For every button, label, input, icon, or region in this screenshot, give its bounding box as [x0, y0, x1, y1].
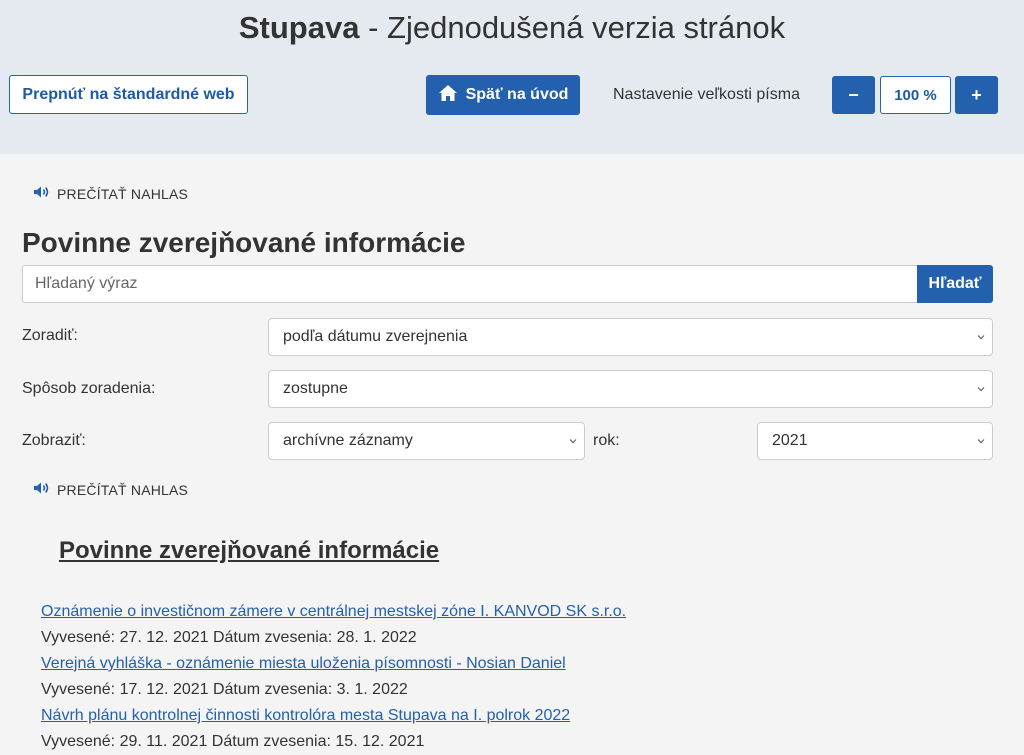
sort-label: Zoradiť: — [22, 327, 78, 344]
switch-standard-web-button[interactable]: Prepnúť na štandardné web — [9, 75, 248, 114]
section-title: Povinne zverejňované informácie — [59, 537, 440, 564]
read-aloud-label: PREČÍTAŤ NAHLAS — [57, 481, 189, 498]
site-subtitle: - Zjednodušená verzia stránok — [359, 10, 786, 45]
font-increase-button[interactable]: + — [955, 76, 998, 114]
chevron-down-icon — [977, 335, 985, 340]
speaker-icon — [33, 185, 51, 202]
show-select-value: archívne záznamy — [283, 432, 413, 449]
page-title: Povinne zverejňované informácie — [22, 227, 466, 258]
search-input[interactable]: Hľadaný výraz — [22, 265, 918, 303]
read-aloud-label: PREČÍTAŤ NAHLAS — [57, 185, 189, 202]
show-label: Zobraziť: — [22, 432, 86, 449]
search-button[interactable]: Hľadať — [917, 265, 993, 303]
site-title: Stupava - Zjednodušená verzia stránok — [0, 10, 1024, 46]
list-item-meta: Vyvesené: 27. 12. 2021 Dátum zvesenia: 2… — [41, 629, 417, 646]
chevron-down-icon — [977, 387, 985, 392]
year-select-value: 2021 — [772, 432, 808, 449]
font-size-label: Nastavenie veľkosti písma — [613, 86, 800, 103]
font-size-value[interactable]: 100 % — [880, 76, 951, 114]
order-label: Spôsob zoradenia: — [22, 380, 156, 397]
home-button[interactable]: Späť na úvod — [426, 75, 580, 115]
speaker-icon — [33, 481, 51, 498]
sort-select-value: podľa dátumu zverejnenia — [283, 328, 468, 345]
chevron-down-icon — [569, 439, 577, 444]
year-label: rok: — [593, 432, 620, 449]
read-aloud-button[interactable]: PREČÍTAŤ NAHLAS — [33, 481, 188, 498]
year-select[interactable]: 2021 — [757, 422, 993, 460]
site-name: Stupava — [238, 10, 360, 45]
list-item-meta: Vyvesené: 29. 11. 2021 Dátum zvesenia: 1… — [41, 733, 425, 750]
top-bar: Stupava - Zjednodušená verzia stránok Pr… — [0, 0, 1024, 154]
order-select-value: zostupne — [283, 380, 348, 397]
list-item-link[interactable]: Verejná vyhláška - oznámenie miesta ulož… — [41, 655, 566, 673]
sort-select[interactable]: podľa dátumu zverejnenia — [268, 318, 993, 356]
font-decrease-button[interactable]: − — [832, 76, 875, 114]
chevron-down-icon — [977, 439, 985, 444]
home-button-label: Späť na úvod — [465, 86, 569, 103]
read-aloud-button[interactable]: PREČÍTAŤ NAHLAS — [33, 185, 188, 202]
order-select[interactable]: zostupne — [268, 370, 993, 408]
list-item-meta: Vyvesené: 17. 12. 2021 Dátum zvesenia: 3… — [41, 681, 408, 698]
show-select[interactable]: archívne záznamy — [268, 422, 585, 460]
list-item-link[interactable]: Návrh plánu kontrolnej činnosti kontroló… — [41, 707, 570, 725]
list-item-link[interactable]: Oznámenie o investičnom zámere v centrál… — [41, 603, 626, 621]
home-icon — [438, 84, 458, 107]
